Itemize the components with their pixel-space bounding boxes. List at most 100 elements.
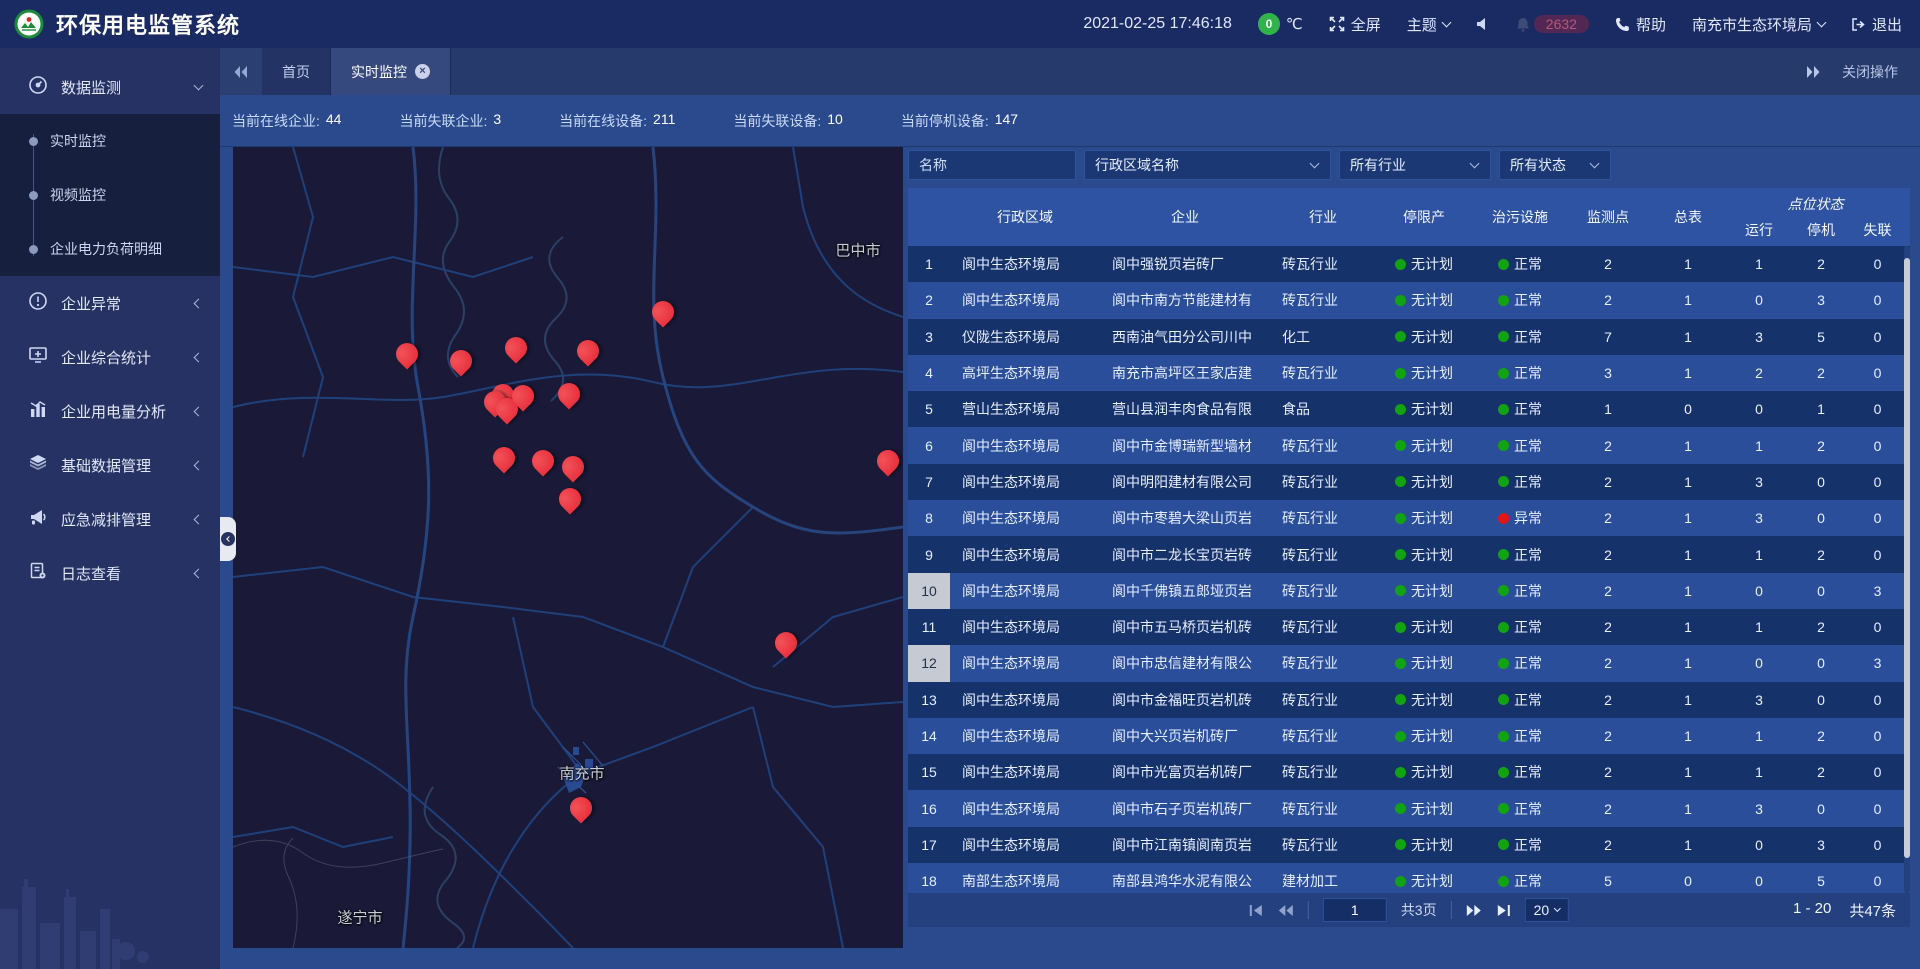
cell-stop-count: 2 (1790, 246, 1852, 282)
cell-index: 10 (908, 573, 950, 609)
log-icon (28, 561, 48, 585)
temperature-unit: ℃ (1286, 15, 1303, 33)
tabs-scroll-left-button[interactable] (220, 48, 262, 95)
cell-lost-count: 0 (1852, 536, 1903, 572)
cell-region: 阆中生态环境局 (950, 282, 1100, 318)
region-select[interactable]: 行政区域名称 (1084, 150, 1331, 180)
cell-industry: 砖瓦行业 (1270, 827, 1376, 863)
theme-menu[interactable]: 主题 (1407, 14, 1450, 35)
app-header: 环保用电监管系统 2021-02-25 17:46:18 0 ℃ 全屏 主题 (0, 0, 1920, 48)
sidebar-collapse-handle[interactable] (220, 517, 236, 561)
next-page-button[interactable] (1466, 904, 1482, 917)
cell-industry: 砖瓦行业 (1270, 718, 1376, 754)
record-range-label: 1 - 20 (1793, 900, 1831, 921)
cell-limit-production: 无计划 (1376, 682, 1472, 718)
table-row[interactable]: 16阆中生态环境局阆中市石子页岩机砖厂砖瓦行业无计划正常21300 (908, 790, 1910, 826)
limit-text: 无计划 (1411, 799, 1453, 819)
status-dot-green-icon (1395, 476, 1406, 487)
sidebar-item-1[interactable]: 数据监测 (0, 60, 220, 114)
sidebar-item-5[interactable]: 基础数据管理 (0, 438, 220, 492)
last-page-button[interactable] (1496, 904, 1511, 917)
sidebar-item-7[interactable]: 日志查看 (0, 546, 220, 600)
status-dot-green-icon (1498, 295, 1509, 306)
facility-text: 正常 (1514, 617, 1542, 637)
fullscreen-button[interactable]: 全屏 (1329, 14, 1381, 35)
bell-icon (1516, 17, 1530, 32)
tab-close-icon[interactable]: × (415, 64, 430, 79)
sidebar-subitem[interactable]: 实时监控 (0, 114, 220, 168)
table-row[interactable]: 9阆中生态环境局阆中市二龙长宝页岩砖砖瓦行业无计划正常21120 (908, 536, 1910, 572)
cell-pollution-facility: 正常 (1472, 427, 1568, 463)
table-row[interactable]: 6阆中生态环境局阆中市金博瑞新型墙材砖瓦行业无计划正常21120 (908, 427, 1910, 463)
page-size-select[interactable]: 20 (1525, 898, 1570, 922)
status-select[interactable]: 所有状态 (1499, 150, 1611, 180)
cell-total-meters: 1 (1648, 827, 1728, 863)
table-row[interactable]: 17阆中生态环境局阆中市江南镇阆南页岩砖瓦行业无计划正常21030 (908, 827, 1910, 863)
table-row[interactable]: 5营山生态环境局营山县润丰肉食品有限食品无计划正常10010 (908, 391, 1910, 427)
table-row[interactable]: 3仪陇生态环境局西南油气田分公司川中化工无计划正常71350 (908, 319, 1910, 355)
table-row[interactable]: 2阆中生态环境局阆中市南方节能建材有砖瓦行业无计划正常21030 (908, 282, 1910, 318)
help-button[interactable]: 帮助 (1615, 14, 1666, 35)
sidebar-item-4[interactable]: 企业用电量分析 (0, 384, 220, 438)
table-row[interactable]: 7阆中生态环境局阆中明阳建材有限公司砖瓦行业无计划正常21300 (908, 464, 1910, 500)
prev-page-button[interactable] (1278, 904, 1294, 917)
status-dot-green-icon (1395, 331, 1406, 342)
status-dot-green-icon (1395, 658, 1406, 669)
scrollbar-thumb[interactable] (1904, 258, 1910, 858)
cell-index: 11 (908, 609, 950, 645)
sidebar-subitem[interactable]: 企业电力负荷明细 (0, 222, 220, 276)
table-row[interactable]: 4高坪生态环境局南充市高坪区王家店建砖瓦行业无计划正常31220 (908, 355, 1910, 391)
notification-area[interactable]: 2632 (1516, 15, 1589, 33)
status-dot-green-icon (1498, 368, 1509, 379)
cell-pollution-facility: 正常 (1472, 790, 1568, 826)
limit-text: 无计划 (1411, 363, 1453, 383)
page-number-input[interactable] (1323, 898, 1387, 922)
stat-item: 当前失联企业:3 (399, 111, 501, 131)
sidebar-item-2[interactable]: 企业异常 (0, 276, 220, 330)
table-row[interactable]: 12阆中生态环境局阆中市忠信建材有限公砖瓦行业无计划正常21003 (908, 645, 1910, 681)
map-panel[interactable]: 巴中市南充市遂宁市 (233, 147, 903, 948)
header-datetime: 2021-02-25 17:46:18 (1083, 15, 1232, 33)
first-page-button[interactable] (1249, 904, 1264, 917)
table-row[interactable]: 11阆中生态环境局阆中市五马桥页岩机砖砖瓦行业无计划正常21120 (908, 609, 1910, 645)
double-chevron-left-icon (233, 65, 249, 79)
sidebar-subitem[interactable]: 视频监控 (0, 168, 220, 222)
table-row[interactable]: 14阆中生态环境局阆中大兴页岩机砖厂砖瓦行业无计划正常21120 (908, 718, 1910, 754)
tab-首页[interactable]: 首页 (262, 48, 331, 95)
name-filter-input[interactable] (908, 150, 1076, 180)
collapse-arrow-icon (221, 532, 235, 546)
org-menu[interactable]: 南充市生态环境局 (1692, 14, 1825, 35)
tabs-scroll-right-button[interactable] (1792, 48, 1834, 95)
cell-region: 阆中生态环境局 (950, 609, 1100, 645)
cell-stop-count: 0 (1790, 573, 1852, 609)
close-operations-button[interactable]: 关闭操作 (1834, 48, 1920, 95)
cell-limit-production: 无计划 (1376, 827, 1472, 863)
table-row[interactable]: 10阆中生态环境局阆中千佛镇五郎垭页岩砖瓦行业无计划正常21003 (908, 573, 1910, 609)
tab-实时监控[interactable]: 实时监控× (331, 48, 451, 95)
limit-text: 无计划 (1411, 399, 1453, 419)
facility-text: 正常 (1514, 871, 1542, 891)
limit-text: 无计划 (1411, 581, 1453, 601)
table-row[interactable]: 13阆中生态环境局阆中市金福旺页岩机砖砖瓦行业无计划正常21300 (908, 682, 1910, 718)
facility-text: 正常 (1514, 799, 1542, 819)
status-dot-green-icon (1498, 440, 1509, 451)
table-row[interactable]: 18南部生态环境局南部县鸿华水泥有限公建材加工无计划正常50050 (908, 863, 1910, 893)
cell-region: 阆中生态环境局 (950, 682, 1100, 718)
table-row[interactable]: 8阆中生态环境局阆中市枣碧大梁山页岩砖瓦行业无计划异常21300 (908, 500, 1910, 536)
cell-monitor-points: 1 (1568, 391, 1648, 427)
cell-total-meters: 1 (1648, 536, 1728, 572)
cell-limit-production: 无计划 (1376, 790, 1472, 826)
cell-lost-count: 0 (1852, 246, 1903, 282)
logout-icon (1851, 17, 1866, 32)
limit-text: 无计划 (1411, 472, 1453, 492)
column-header-region: 行政区域 (950, 188, 1100, 246)
logout-button[interactable]: 退出 (1851, 14, 1902, 35)
table-row[interactable]: 15阆中生态环境局阆中市光富页岩机砖厂砖瓦行业无计划正常21120 (908, 754, 1910, 790)
table-row[interactable]: 1阆中生态环境局阆中强锐页岩砖厂砖瓦行业无计划正常21120 (908, 246, 1910, 282)
industry-select[interactable]: 所有行业 (1339, 150, 1491, 180)
cell-run-count: 3 (1728, 464, 1790, 500)
sidebar-item-3[interactable]: 企业综合统计 (0, 330, 220, 384)
table-scrollbar[interactable] (1904, 246, 1910, 893)
sound-toggle[interactable] (1476, 17, 1490, 31)
sidebar-item-6[interactable]: 应急减排管理 (0, 492, 220, 546)
